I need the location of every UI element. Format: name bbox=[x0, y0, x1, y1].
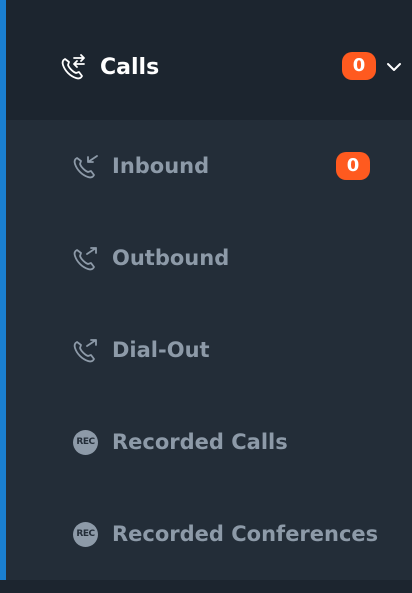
submenu-item-dial-out[interactable]: Dial-Out bbox=[6, 304, 412, 396]
calls-menu-header[interactable]: Calls 0 bbox=[6, 0, 412, 120]
sidebar-bottom-edge bbox=[0, 580, 412, 593]
submenu-item-recorded-calls[interactable]: REC Recorded Calls bbox=[6, 396, 412, 488]
submenu-item-label: Recorded Conferences bbox=[112, 522, 379, 546]
phone-transfer-icon bbox=[61, 54, 85, 80]
submenu-item-label: Outbound bbox=[112, 246, 230, 270]
sidebar-nav: Calls 0 Inbound 0 Outbound Dial-Out REC … bbox=[0, 0, 412, 593]
phone-inbound-icon bbox=[73, 155, 98, 179]
calls-menu-title: Calls bbox=[100, 55, 160, 80]
submenu-item-recorded-conferences[interactable]: REC Recorded Conferences bbox=[6, 488, 412, 580]
submenu-item-label: Dial-Out bbox=[112, 338, 210, 362]
submenu-item-inbound[interactable]: Inbound 0 bbox=[6, 120, 412, 212]
submenu-item-outbound[interactable]: Outbound bbox=[6, 212, 412, 304]
inbound-count-badge: 0 bbox=[336, 152, 370, 180]
submenu-item-label: Inbound bbox=[112, 154, 210, 178]
phone-outbound-icon bbox=[73, 339, 97, 363]
rec-icon: REC bbox=[73, 430, 98, 455]
rec-icon: REC bbox=[73, 522, 98, 547]
chevron-down-icon[interactable] bbox=[384, 57, 404, 77]
phone-outbound-icon bbox=[73, 247, 97, 271]
calls-count-badge: 0 bbox=[342, 52, 376, 80]
submenu-item-label: Recorded Calls bbox=[112, 430, 288, 454]
